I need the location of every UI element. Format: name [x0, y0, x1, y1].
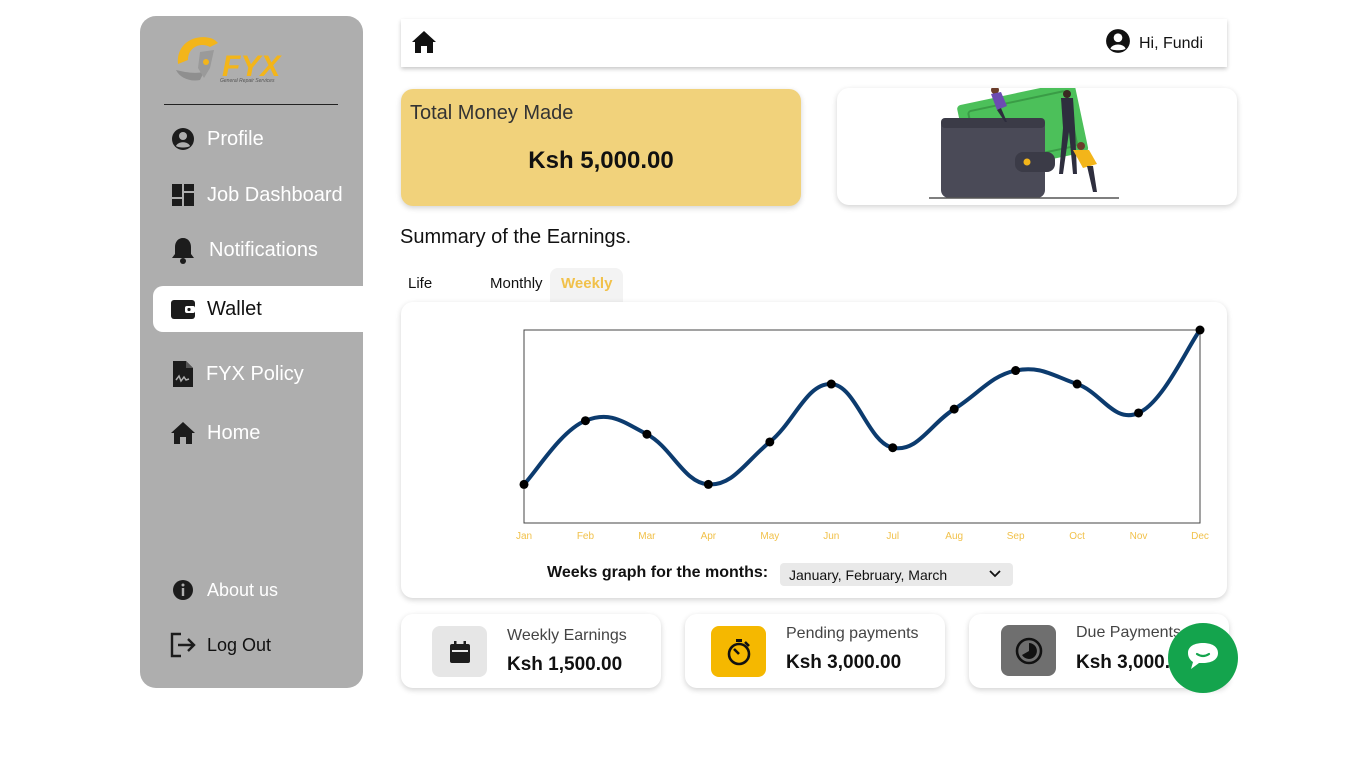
data-point[interactable] — [1134, 408, 1144, 418]
sidebar-item-profile[interactable]: Profile — [153, 116, 363, 162]
user-circle-icon — [169, 125, 197, 153]
sidebar: FYX General Repair Services Profile Job … — [140, 16, 363, 688]
user-circle-icon — [1105, 28, 1131, 59]
x-tick-label: Feb — [577, 531, 595, 542]
sidebar-item-label: Home — [207, 421, 261, 444]
x-tick-label: Sep — [1007, 531, 1025, 542]
sidebar-item-notifications[interactable]: Notifications — [153, 227, 363, 273]
stat-card-weekly-earnings: Weekly Earnings Ksh 1,500.00 — [401, 614, 661, 688]
wallet-icon — [169, 295, 197, 323]
info-icon — [169, 576, 197, 604]
stat-title: Weekly Earnings — [507, 627, 627, 644]
data-point[interactable] — [580, 416, 590, 426]
x-tick-label: Aug — [945, 531, 963, 542]
top-bar: Hi, Fundi — [401, 19, 1227, 67]
months-dropdown-value: January, February, March — [789, 566, 948, 583]
sidebar-item-label: About us — [207, 579, 279, 600]
logo-divider — [164, 104, 338, 105]
total-money-value: Ksh 5,000.00 — [528, 147, 674, 174]
data-point[interactable] — [642, 429, 652, 439]
data-point[interactable] — [888, 443, 898, 453]
tab-weekly[interactable]: Weekly — [550, 268, 624, 302]
user-greeting: Hi, Fundi — [1138, 34, 1203, 52]
data-point[interactable] — [519, 479, 529, 489]
earnings-summary-title: Summary of the Earnings. — [400, 226, 632, 248]
x-tick-label: Jul — [886, 531, 899, 542]
chevron-down-icon — [989, 569, 1001, 579]
data-point[interactable] — [1011, 366, 1021, 376]
sidebar-item-job-dashboard[interactable]: Job Dashboard — [153, 172, 363, 218]
total-money-card: Total Money Made Ksh 5,000.00 — [401, 89, 801, 206]
document-icon — [169, 360, 197, 388]
fyx-logo[interactable]: FYX General Repair Services — [170, 30, 300, 92]
x-tick-label: Apr — [701, 531, 717, 542]
tab-life-time[interactable]: Life Time — [400, 268, 449, 324]
sidebar-item-home[interactable]: Home — [153, 410, 363, 456]
x-tick-label: Dec — [1191, 531, 1209, 542]
sidebar-item-log-out[interactable]: Log Out — [153, 622, 363, 668]
sidebar-item-about-us[interactable]: About us — [153, 567, 363, 613]
weeks-graph-label: Weeks graph for the months: — [547, 564, 769, 581]
svg-text:General Repair Services: General Repair Services — [220, 78, 275, 84]
home-icon — [169, 419, 197, 447]
data-point[interactable] — [826, 379, 836, 389]
data-point[interactable] — [703, 479, 713, 489]
sidebar-item-label: Profile — [207, 127, 264, 150]
series-line — [522, 328, 1202, 487]
stat-value: Ksh 1,500.00 — [507, 654, 623, 675]
stat-title: Pending payments — [786, 625, 919, 642]
bell-icon — [169, 236, 197, 264]
sidebar-item-label: Log Out — [207, 634, 272, 655]
stat-card-pending-payments: Pending payments Ksh 3,000.00 — [685, 614, 945, 688]
timer-icon — [711, 626, 766, 677]
sidebar-item-label: Job Dashboard — [207, 183, 343, 206]
sidebar-item-label: Wallet — [207, 297, 262, 320]
wallet-illustration — [929, 88, 1119, 199]
sidebar-item-label: Notifications — [209, 238, 318, 261]
stat-value: Ksh 3,000.00 — [786, 652, 902, 673]
sidebar-item-label: FYX Policy — [206, 362, 304, 385]
x-tick-label: Oct — [1069, 531, 1085, 542]
wallet-illustration-card — [837, 88, 1237, 205]
logout-icon — [169, 631, 197, 659]
plot-frame — [523, 329, 1201, 524]
data-point[interactable] — [765, 437, 775, 447]
user-menu[interactable]: Hi, Fundi — [1105, 28, 1203, 59]
tab-monthly[interactable]: Monthly — [482, 268, 551, 302]
total-money-title: Total Money Made — [410, 102, 574, 124]
months-dropdown[interactable]: January, February, March — [780, 563, 1013, 586]
earnings-line-chart: Jan Feb Mar Apr May Jun Jul Aug Sep Oct Nov Dec — [516, 325, 1209, 542]
home-icon[interactable] — [411, 30, 437, 54]
x-tick-label: Mar — [638, 531, 656, 542]
data-point[interactable] — [1072, 379, 1082, 389]
x-tick-label: Jun — [823, 531, 839, 542]
clock-icon — [1001, 625, 1056, 676]
stat-title: Due Payments — [1076, 624, 1181, 641]
chat-button[interactable] — [1168, 623, 1238, 693]
data-point[interactable] — [1195, 325, 1205, 335]
data-point[interactable] — [949, 404, 959, 414]
chat-bubble-icon — [1188, 643, 1218, 669]
dashboard-icon — [169, 181, 197, 209]
sidebar-item-fyx-policy[interactable]: FYX Policy — [153, 351, 363, 397]
x-tick-label: Nov — [1130, 531, 1148, 542]
x-tick-label: May — [760, 531, 779, 542]
sidebar-item-wallet[interactable]: Wallet — [153, 286, 363, 332]
x-tick-label: Jan — [516, 531, 532, 542]
earnings-chart-card: Jan Feb Mar Apr May Jun Jul Aug Sep Oct Nov Dec Wee… — [401, 302, 1227, 598]
calendar-icon — [432, 626, 487, 677]
